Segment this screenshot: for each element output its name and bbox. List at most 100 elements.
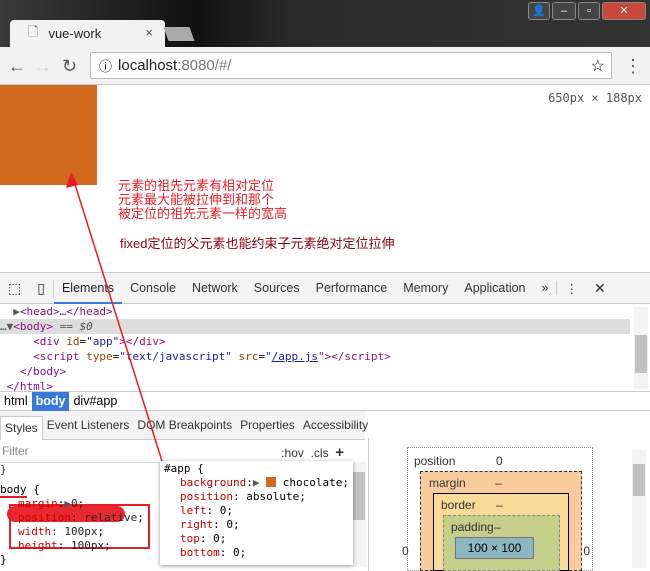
- profile-icon[interactable]: 👤: [528, 2, 550, 20]
- tab-application[interactable]: Application: [456, 281, 533, 295]
- page-icon: 🗋: [28, 23, 39, 39]
- window-controls: 👤 – ▫ ✕: [528, 2, 646, 20]
- script-src-link[interactable]: /app.js: [272, 350, 318, 363]
- tree-head[interactable]: ▶<head>…</head>: [0, 304, 630, 319]
- tab-elements[interactable]: Elements: [53, 273, 123, 304]
- prop-value: 0: [233, 546, 240, 559]
- crumb-html[interactable]: html: [0, 392, 32, 411]
- close-window-button[interactable]: ✕: [602, 2, 646, 20]
- prop-name: margin: [18, 497, 58, 510]
- address-bar[interactable]: ⓘ localhost:8080/#/ ☆: [90, 52, 612, 79]
- devtools-tabs: ⬚ ▯ Elements Console Network Sources Per…: [0, 273, 650, 304]
- tree-body[interactable]: …▼<body> == $0: [0, 319, 630, 334]
- browser-toolbar: ← → ↻ ⓘ localhost:8080/#/ ☆ ⋮: [0, 47, 650, 85]
- page-viewport: 650px × 188px 元素的祖先元素有相对定位 元素最大能被拉伸到和那个 …: [0, 85, 650, 272]
- position-value: 0: [496, 454, 503, 468]
- border-value: –: [496, 498, 503, 512]
- boxmodel-scrollbar[interactable]: [632, 450, 646, 568]
- note-line: 元素最大能被拉伸到和那个: [118, 192, 275, 207]
- dom-scrollbar[interactable]: [634, 307, 648, 389]
- script-tag: <script: [33, 350, 87, 363]
- tab-memory[interactable]: Memory: [395, 281, 456, 295]
- tab-console[interactable]: Console: [122, 281, 184, 295]
- tree-div-app[interactable]: <div id="app"></div>: [0, 334, 630, 349]
- prop-name: height: [18, 539, 58, 552]
- reload-icon[interactable]: ↻: [62, 56, 77, 77]
- forward-icon[interactable]: →: [34, 56, 52, 77]
- prop-value: 0: [219, 504, 227, 517]
- tab-accessibility[interactable]: Accessibility: [299, 418, 372, 432]
- body-selector: body: [0, 483, 27, 498]
- body-close: </body>: [19, 365, 67, 378]
- devtools-close-icon[interactable]: ✕: [586, 280, 614, 297]
- margin-value: –: [495, 476, 502, 490]
- tab-dom-breakpoints[interactable]: DOM Breakpoints: [133, 418, 236, 432]
- annotation-note: 元素的祖先元素有相对定位 元素最大能被拉伸到和那个 被定位的祖先元素一样的宽高: [118, 179, 287, 221]
- tree-script[interactable]: <script type="text/javascript" src="/app…: [0, 349, 630, 364]
- tab-performance[interactable]: Performance: [308, 281, 396, 295]
- styles-filter-input[interactable]: Filter :hov .cls +: [0, 440, 350, 463]
- crumb-div-app[interactable]: div#app: [69, 392, 121, 411]
- tab-sources[interactable]: Sources: [246, 281, 308, 295]
- back-icon[interactable]: ←: [8, 56, 26, 77]
- script-type-val: "text/javascript": [119, 350, 232, 363]
- dom-tree: ▶<head>…</head> …▼<body> == $0 <div id="…: [0, 304, 630, 393]
- prop-value: 0: [213, 532, 220, 545]
- menu-icon[interactable]: ⋮: [624, 56, 642, 77]
- prop-name: position: [18, 511, 71, 524]
- tab-event-listeners[interactable]: Event Listeners: [43, 418, 134, 432]
- cls-button[interactable]: .cls: [311, 446, 329, 460]
- head-tag: <head>…</head>: [19, 305, 113, 318]
- div-attr: id: [66, 335, 80, 348]
- annotation-note-2: fixed定位的父元素也能约束子元素绝对定位拉伸: [120, 236, 395, 251]
- script-close: "></script>: [317, 350, 391, 363]
- close-tab-icon[interactable]: ×: [145, 25, 153, 40]
- url-rest: :8080/#/: [177, 57, 232, 74]
- prop-name: bottom: [180, 546, 220, 559]
- tab-network[interactable]: Network: [184, 281, 246, 295]
- prop-name: top: [180, 532, 200, 545]
- styles-scrollbar[interactable]: [352, 462, 366, 567]
- box-margin: margin – border – padding – 100 × 100: [420, 471, 582, 571]
- new-tab-button[interactable]: [163, 27, 195, 41]
- box-padding: padding – 100 × 100: [443, 515, 560, 571]
- tab-properties[interactable]: Properties: [236, 418, 299, 432]
- inspect-icon[interactable]: ⬚: [0, 280, 29, 297]
- color-swatch[interactable]: [266, 477, 277, 487]
- prop-value: 0: [71, 497, 78, 510]
- position-right: 0: [583, 544, 590, 558]
- box-model: position 0 0 0 margin – border – padding…: [368, 438, 650, 571]
- prop-name: right: [180, 518, 214, 531]
- maximize-button[interactable]: ▫: [578, 2, 600, 20]
- prop-value: relative: [84, 511, 138, 524]
- prop-name: background: [180, 476, 247, 489]
- position-label: position: [414, 454, 456, 468]
- body-tag: <body>: [13, 320, 53, 333]
- devtools-menu-icon[interactable]: ⋮: [557, 281, 586, 296]
- device-toggle-icon[interactable]: ▯: [29, 279, 54, 297]
- bookmark-star-icon[interactable]: ☆: [591, 56, 605, 76]
- tree-body-close[interactable]: </body>: [0, 364, 630, 379]
- minimize-button[interactable]: –: [552, 2, 576, 20]
- padding-label: padding: [451, 520, 494, 534]
- prop-value: 100px: [71, 539, 105, 552]
- hov-button[interactable]: :hov: [281, 446, 304, 460]
- prop-value: chocolate: [282, 476, 343, 489]
- more-tabs-icon[interactable]: »: [534, 281, 558, 295]
- prop-value: 0: [226, 518, 233, 531]
- browser-tab[interactable]: 🗋 vue-work ×: [10, 20, 165, 47]
- div-tag: <div: [33, 335, 67, 348]
- breadcrumb: html body div#app: [0, 391, 650, 411]
- prop-name: position: [180, 490, 233, 503]
- info-icon[interactable]: ⓘ: [99, 56, 112, 75]
- url-host: localhost: [118, 57, 178, 74]
- crumb-body[interactable]: body: [31, 391, 70, 411]
- prop-name: left: [180, 504, 207, 517]
- sidebar-tabs: Styles Event Listeners DOM Breakpoints P…: [0, 411, 368, 440]
- app-selector: #app {: [164, 462, 204, 475]
- border-label: border: [441, 498, 476, 512]
- new-rule-button[interactable]: +: [335, 444, 344, 461]
- title-bar: 👤 – ▫ ✕ 🗋 vue-work ×: [0, 0, 650, 47]
- tab-styles[interactable]: Styles: [0, 415, 43, 440]
- box-position: position 0 0 0 margin – border – padding…: [402, 447, 593, 571]
